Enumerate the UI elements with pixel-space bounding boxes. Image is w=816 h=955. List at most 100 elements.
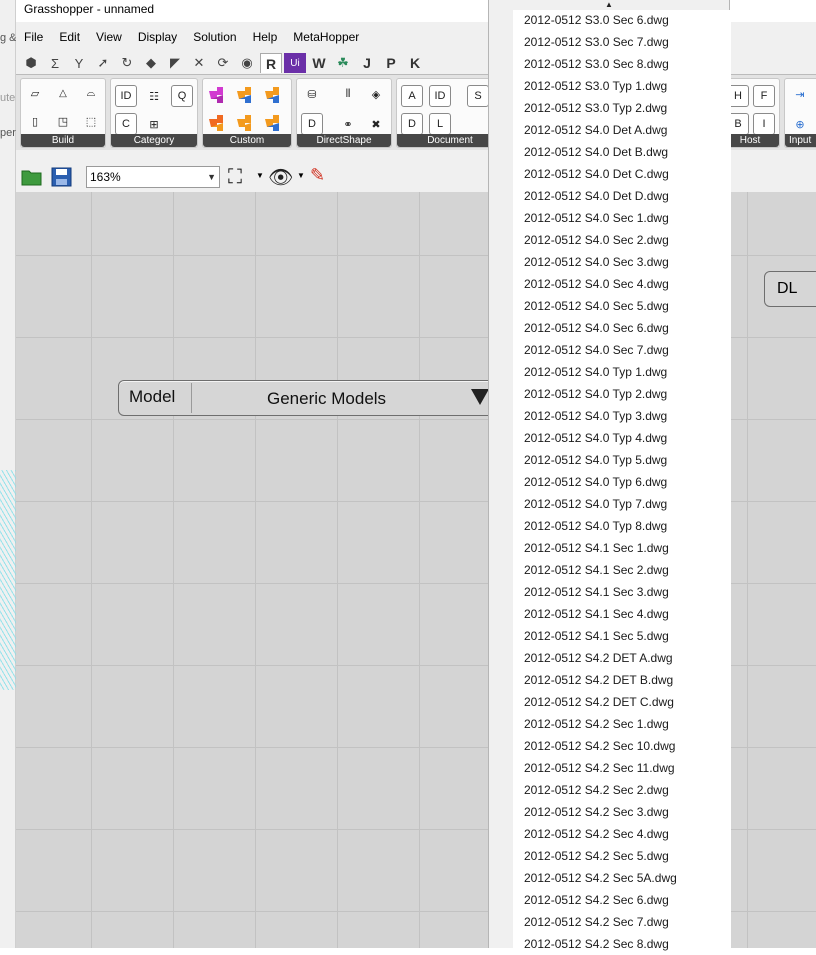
directshape-d-button[interactable]: D: [301, 113, 323, 135]
dropdown-item[interactable]: 2012-0512 S4.2 Sec 3.dwg: [524, 801, 669, 823]
tab-w[interactable]: W: [308, 53, 330, 73]
open-folder-icon[interactable]: [21, 167, 43, 187]
python-icon[interactable]: [261, 111, 285, 135]
dropdown-item[interactable]: 2012-0512 S4.0 Sec 4.dwg: [524, 273, 669, 295]
select-icon[interactable]: ⬚: [80, 110, 102, 132]
dropdown-item[interactable]: 2012-0512 S4.2 Sec 4.dwg: [524, 823, 669, 845]
zoom-extents-icon[interactable]: ⛶: [228, 166, 242, 189]
dropdown-item[interactable]: 2012-0512 S4.2 Sec 1.dwg: [524, 713, 669, 735]
document-id-button[interactable]: ID: [429, 85, 451, 107]
menu-view[interactable]: View: [88, 27, 130, 49]
python-icon[interactable]: [205, 83, 229, 107]
dropdown-item[interactable]: 2012-0512 S4.0 Sec 1.dwg: [524, 207, 669, 229]
input-icon[interactable]: ⇥: [789, 83, 811, 105]
dropdown-item[interactable]: 2012-0512 S4.0 Typ 8.dwg: [524, 515, 667, 537]
document-d-button[interactable]: D: [401, 113, 423, 135]
python-icon[interactable]: [233, 83, 257, 107]
dropdown-item[interactable]: 2012-0512 S4.2 Sec 8.dwg: [524, 933, 669, 955]
intersect-icon[interactable]: ✕: [188, 53, 210, 73]
document-l-button[interactable]: L: [429, 113, 451, 135]
target-icon[interactable]: ⊕: [789, 113, 811, 135]
tab-p[interactable]: P: [380, 53, 402, 73]
surface-icon[interactable]: ◆: [140, 53, 162, 73]
shape-icon[interactable]: ⫴: [337, 83, 359, 105]
chevron-down-icon[interactable]: ▼: [256, 171, 264, 180]
tab-k[interactable]: K: [404, 53, 426, 73]
preview-eye-icon[interactable]: 👁: [268, 165, 293, 190]
dropdown-item[interactable]: 2012-0512 S4.0 Sec 7.dwg: [524, 339, 669, 361]
category-q-button[interactable]: Q: [171, 85, 193, 107]
dropdown-item[interactable]: 2012-0512 S4.0 Det B.dwg: [524, 141, 668, 163]
dropdown-item[interactable]: 2012-0512 S4.2 Sec 5A.dwg: [524, 867, 677, 889]
menu-display[interactable]: Display: [130, 27, 185, 49]
value-list-dropdown[interactable]: ▲ 2012-0512 S3.0 Sec 6.dwg 2012-0512 S3.0…: [488, 0, 731, 951]
dropdown-item[interactable]: 2012-0512 S3.0 Sec 6.dwg: [524, 9, 669, 31]
dropdown-item[interactable]: 2012-0512 S4.2 Sec 2.dwg: [524, 779, 669, 801]
dropdown-item[interactable]: 2012-0512 S4.1 Sec 5.dwg: [524, 625, 669, 647]
hierarchy-icon[interactable]: ⊞: [143, 113, 165, 135]
model-category-component[interactable]: Model Generic Models: [118, 380, 498, 416]
dropdown-item[interactable]: 2012-0512 S3.0 Typ 2.dwg: [524, 97, 667, 119]
zoom-select[interactable]: 163% ▼: [86, 166, 220, 188]
dropdown-item[interactable]: 2012-0512 S4.0 Det D.dwg: [524, 185, 669, 207]
dropdown-arrow-icon[interactable]: [471, 389, 489, 405]
dropdown-item[interactable]: 2012-0512 S3.0 Sec 7.dwg: [524, 31, 669, 53]
plane-icon[interactable]: ◤: [164, 53, 186, 73]
dropdown-item[interactable]: 2012-0512 S4.1 Sec 3.dwg: [524, 581, 669, 603]
sigma-icon[interactable]: Σ: [44, 53, 66, 73]
python-icon[interactable]: [233, 111, 257, 135]
dropdown-item[interactable]: 2012-0512 S4.2 Sec 11.dwg: [524, 757, 675, 779]
transform-icon[interactable]: ⟳: [212, 53, 234, 73]
scroll-up-icon[interactable]: ▲: [605, 0, 613, 9]
dropdown-item[interactable]: 2012-0512 S4.0 Typ 1.dwg: [524, 361, 667, 383]
dropdown-item[interactable]: 2012-0512 S4.2 DET A.dwg: [524, 647, 673, 669]
menu-file[interactable]: File: [16, 27, 51, 49]
triangle-icon[interactable]: △: [52, 82, 74, 104]
plugin-icon[interactable]: ☘: [332, 53, 354, 73]
menu-metahopper[interactable]: MetaHopper: [285, 27, 367, 49]
menu-solution[interactable]: Solution: [185, 27, 244, 49]
directshape-icon[interactable]: ⛁: [301, 83, 323, 105]
dropdown-item[interactable]: 2012-0512 S4.0 Typ 6.dwg: [524, 471, 667, 493]
dropdown-item[interactable]: 2012-0512 S4.0 Sec 5.dwg: [524, 295, 669, 317]
paint-icon[interactable]: ◈: [365, 83, 387, 105]
dropdown-item[interactable]: 2012-0512 S4.2 Sec 6.dwg: [524, 889, 669, 911]
hexagon-icon[interactable]: ⬢: [20, 53, 42, 73]
dropdown-item[interactable]: 2012-0512 S4.0 Det A.dwg: [524, 119, 667, 141]
dropdown-item[interactable]: 2012-0512 S4.0 Typ 2.dwg: [524, 383, 667, 405]
dropdown-item[interactable]: 2012-0512 S4.2 Sec 10.dwg: [524, 735, 675, 757]
arrow-icon[interactable]: ➚: [92, 53, 114, 73]
dl-component[interactable]: DL: [764, 271, 816, 307]
python-icon[interactable]: [205, 111, 229, 135]
tab-r[interactable]: R: [260, 53, 282, 73]
dropdown-item[interactable]: 2012-0512 S4.1 Sec 2.dwg: [524, 559, 669, 581]
python-icon[interactable]: [261, 83, 285, 107]
dropdown-item[interactable]: 2012-0512 S4.0 Typ 5.dwg: [524, 449, 667, 471]
menu-edit[interactable]: Edit: [51, 27, 88, 49]
dropdown-item[interactable]: 2012-0512 S4.1 Sec 1.dwg: [524, 537, 669, 559]
menu-help[interactable]: Help: [245, 27, 286, 49]
curve-icon[interactable]: ↻: [116, 53, 138, 73]
dropdown-item[interactable]: 2012-0512 S4.1 Sec 4.dwg: [524, 603, 669, 625]
surface-icon[interactable]: ⌓: [80, 82, 102, 104]
category-list-icon[interactable]: ☷: [143, 85, 165, 107]
dropdown-item[interactable]: 2012-0512 S4.0 Typ 7.dwg: [524, 493, 667, 515]
vector-icon[interactable]: Y: [68, 53, 90, 73]
dropdown-item[interactable]: 2012-0512 S4.0 Sec 6.dwg: [524, 317, 669, 339]
dropdown-item[interactable]: 2012-0512 S4.2 DET C.dwg: [524, 691, 674, 713]
dropdown-item[interactable]: 2012-0512 S3.0 Sec 8.dwg: [524, 53, 669, 75]
delete-icon[interactable]: ✖: [365, 113, 387, 135]
link-icon[interactable]: ⚭: [337, 113, 359, 135]
dropdown-item[interactable]: 2012-0512 S4.0 Sec 3.dwg: [524, 251, 669, 273]
dropdown-item[interactable]: 2012-0512 S4.2 Sec 7.dwg: [524, 911, 669, 933]
category-id-button[interactable]: ID: [115, 85, 137, 107]
category-c-button[interactable]: C: [115, 113, 137, 135]
cylinder-icon[interactable]: ▯: [24, 110, 46, 132]
host-f-button[interactable]: F: [753, 85, 775, 107]
dropdown-item[interactable]: 2012-0512 S4.2 Sec 5.dwg: [524, 845, 669, 867]
eye-icon[interactable]: ◉: [236, 53, 258, 73]
dropdown-item[interactable]: 2012-0512 S4.0 Typ 4.dwg: [524, 427, 667, 449]
build-icon[interactable]: ▱: [24, 82, 46, 104]
save-icon[interactable]: [51, 167, 73, 187]
host-i-button[interactable]: I: [753, 113, 775, 135]
